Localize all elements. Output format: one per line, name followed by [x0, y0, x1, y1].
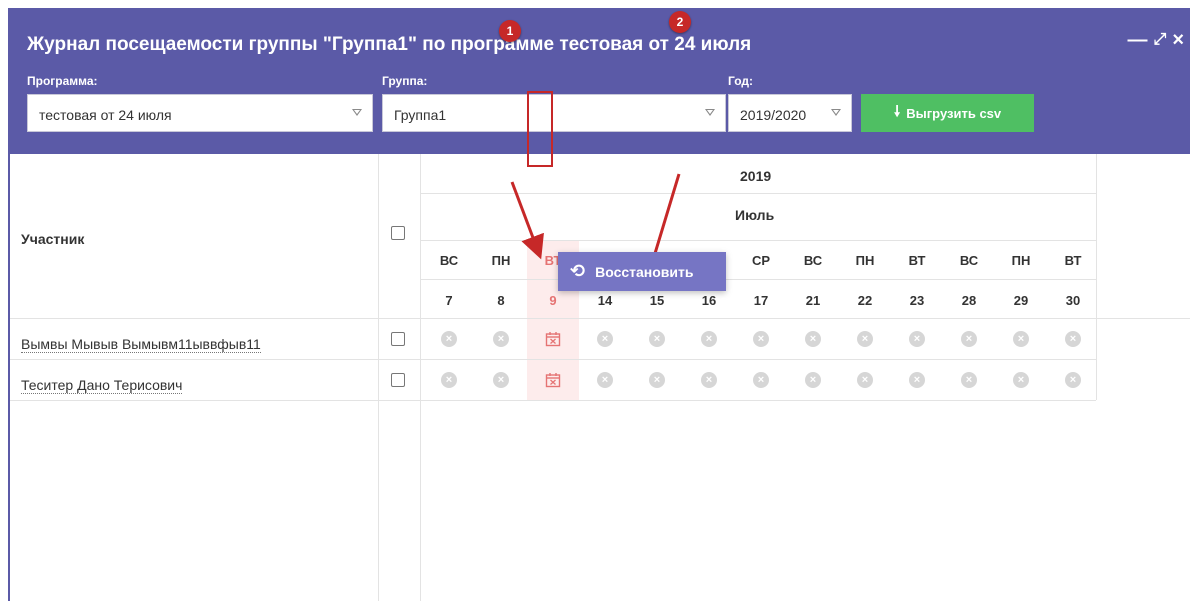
row-divider: [420, 193, 1096, 194]
absent-mark-icon[interactable]: ×: [857, 372, 873, 388]
absent-mark-icon[interactable]: ×: [909, 331, 925, 347]
participant-checkbox[interactable]: [391, 332, 405, 346]
window-controls: — ⤢ ×: [1128, 30, 1185, 50]
absent-mark-icon[interactable]: ×: [1013, 372, 1029, 388]
column-divider: [1096, 154, 1097, 400]
export-csv-label: Выгрузить csv: [906, 105, 1002, 121]
program-label: Программа:: [27, 74, 98, 88]
day-of-week: СР: [751, 253, 771, 268]
highlight-box: [527, 91, 553, 167]
year-value: 2019/2020: [740, 107, 807, 123]
month-header: Июль: [735, 207, 775, 223]
window-title: Журнал посещаемости группы "Группа1" по …: [27, 34, 752, 55]
attendance-grid: Участник 2019 Июль Вымвы Мывыв Вымывм11ы…: [10, 154, 1190, 601]
absent-mark-icon[interactable]: ×: [493, 331, 509, 347]
day-of-week: ВТ: [908, 253, 926, 268]
restore-icon: ⟲: [570, 261, 586, 281]
absent-mark-icon[interactable]: ×: [649, 331, 665, 347]
window-header: Журнал посещаемости группы "Группа1" по …: [10, 8, 1190, 154]
day-of-week: ВС: [803, 253, 823, 268]
absent-mark-icon[interactable]: ×: [857, 331, 873, 347]
absent-mark-icon[interactable]: ×: [753, 372, 769, 388]
day-of-week: ВС: [959, 253, 979, 268]
participant-name[interactable]: Теситер Дано Терисович: [21, 377, 183, 394]
day-date[interactable]: 17: [735, 293, 787, 308]
absent-mark-icon[interactable]: ×: [701, 331, 717, 347]
day-date[interactable]: 9: [527, 293, 579, 308]
column-divider: [378, 154, 379, 601]
row-divider: [10, 359, 1096, 360]
expand-icon[interactable]: ⤢: [1154, 32, 1167, 48]
row-divider: [10, 318, 1190, 319]
absent-mark-icon[interactable]: ×: [441, 372, 457, 388]
day-date[interactable]: 30: [1047, 293, 1099, 308]
day-of-week: ПН: [1011, 253, 1031, 268]
absent-mark-icon[interactable]: ×: [1013, 331, 1029, 347]
export-csv-button[interactable]: 🠗 Выгрузить csv: [861, 94, 1034, 132]
column-divider: [420, 154, 421, 601]
arrow-down-icon: 🠗: [893, 102, 901, 120]
day-of-week: ВС: [439, 253, 459, 268]
chevron-down-icon: [352, 109, 362, 116]
cancelled-calendar-icon[interactable]: [545, 331, 561, 347]
absent-mark-icon[interactable]: ×: [753, 331, 769, 347]
day-date[interactable]: 16: [683, 293, 735, 308]
annotation-badge-1: 1: [499, 20, 521, 42]
participant-header: Участник: [21, 231, 85, 247]
participant-checkbox[interactable]: [391, 373, 405, 387]
select-all-checkbox[interactable]: [391, 226, 405, 240]
attendance-window: Журнал посещаемости группы "Группа1" по …: [8, 8, 1190, 601]
day-date[interactable]: 22: [839, 293, 891, 308]
day-date[interactable]: 21: [787, 293, 839, 308]
day-of-week: ПН: [491, 253, 511, 268]
absent-mark-icon[interactable]: ×: [649, 372, 665, 388]
year-header: 2019: [740, 168, 772, 184]
day-date[interactable]: 23: [891, 293, 943, 308]
absent-mark-icon[interactable]: ×: [597, 372, 613, 388]
day-date[interactable]: 7: [423, 293, 475, 308]
restore-popup-button[interactable]: ⟲ Восстановить: [558, 252, 726, 291]
group-value: Группа1: [394, 107, 447, 123]
day-of-week: ВТ: [1064, 253, 1082, 268]
absent-mark-icon[interactable]: ×: [909, 372, 925, 388]
cancelled-calendar-icon[interactable]: [545, 372, 561, 388]
absent-mark-icon[interactable]: ×: [493, 372, 509, 388]
absent-mark-icon[interactable]: ×: [961, 372, 977, 388]
chevron-down-icon: [831, 109, 841, 116]
absent-mark-icon[interactable]: ×: [441, 331, 457, 347]
annotation-badge-2: 2: [669, 11, 691, 33]
close-icon[interactable]: ×: [1172, 30, 1184, 50]
day-date[interactable]: 29: [995, 293, 1047, 308]
absent-mark-icon[interactable]: ×: [597, 331, 613, 347]
day-date[interactable]: 15: [631, 293, 683, 308]
year-select[interactable]: 2019/2020: [728, 94, 852, 132]
day-date[interactable]: 28: [943, 293, 995, 308]
absent-mark-icon[interactable]: ×: [1065, 331, 1081, 347]
absent-mark-icon[interactable]: ×: [1065, 372, 1081, 388]
participant-name[interactable]: Вымвы Мывыв Вымывм11ыввфыв11: [21, 336, 261, 353]
absent-mark-icon[interactable]: ×: [805, 372, 821, 388]
absent-mark-icon[interactable]: ×: [701, 372, 717, 388]
program-value: тестовая от 24 июля: [39, 107, 172, 123]
chevron-down-icon: [705, 109, 715, 116]
year-label: Год:: [728, 74, 753, 88]
row-divider: [10, 400, 1096, 401]
group-select[interactable]: Группа1: [382, 94, 726, 132]
minimize-icon[interactable]: —: [1128, 30, 1148, 50]
day-date[interactable]: 14: [579, 293, 631, 308]
day-of-week: ПН: [855, 253, 875, 268]
restore-label: Восстановить: [595, 263, 694, 280]
group-label: Группа:: [382, 74, 428, 88]
day-date[interactable]: 8: [475, 293, 527, 308]
program-select[interactable]: тестовая от 24 июля: [27, 94, 373, 132]
row-divider: [420, 240, 1096, 241]
row-divider: [420, 279, 1096, 280]
absent-mark-icon[interactable]: ×: [805, 331, 821, 347]
absent-mark-icon[interactable]: ×: [961, 331, 977, 347]
